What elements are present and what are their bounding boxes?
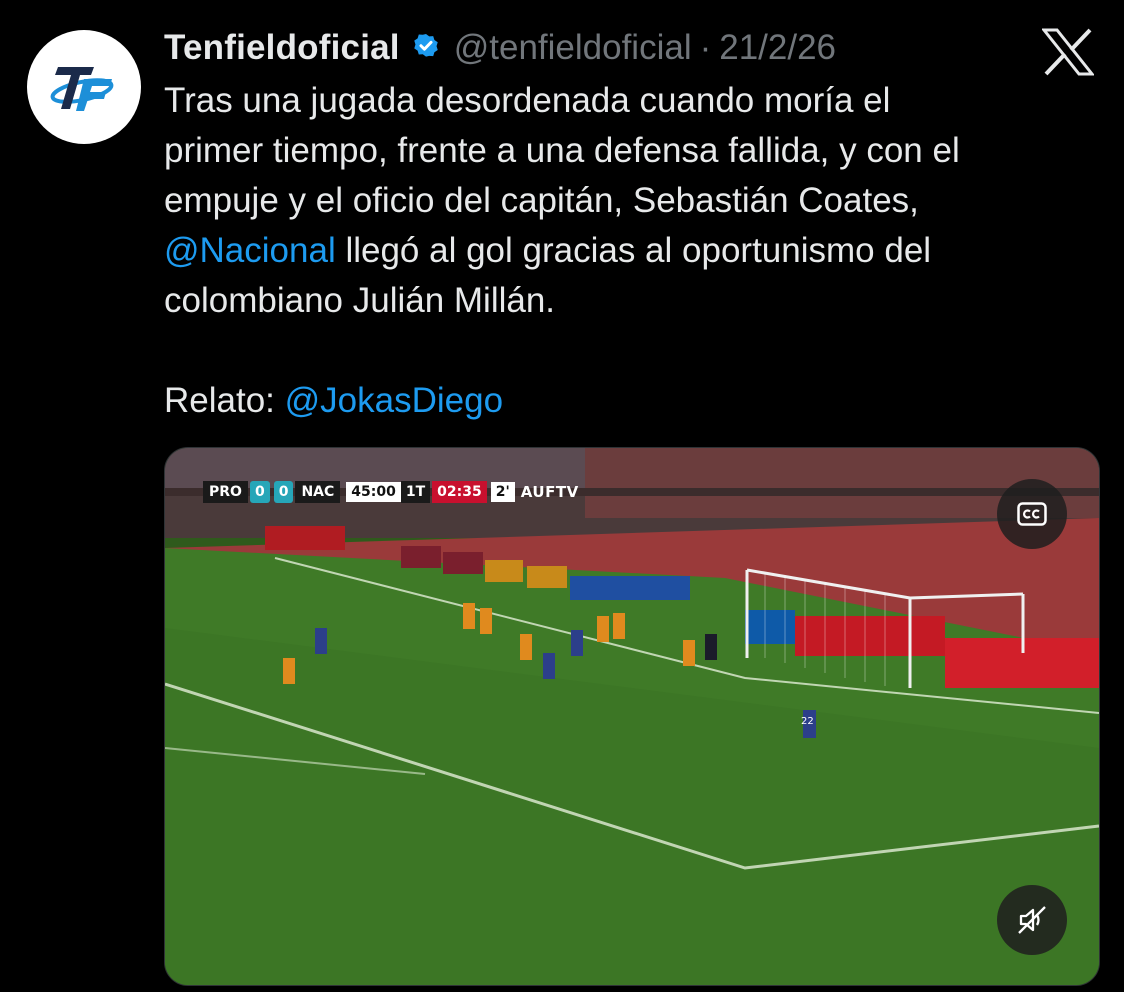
video-player[interactable]: 22 PRO 0 0 NAC 45:00 1T 02:35 2' AUFTV — [164, 447, 1100, 986]
scorebug-clock: 45:00 — [346, 482, 401, 502]
scorebug-home-score: 0 — [249, 481, 270, 503]
scorebug: PRO 0 0 NAC 45:00 1T 02:35 2' AUFTV — [203, 481, 579, 503]
video-frame: 22 — [165, 448, 1099, 985]
player-number: 22 — [801, 716, 814, 727]
relato-line: Relato: @JokasDiego — [164, 376, 1099, 426]
tweet-text-line-3: empuje y el oficio del capitán, Sebastiá… — [164, 181, 919, 220]
mention-link-nacional[interactable]: @Nacional — [164, 231, 336, 270]
tweet-text-line-4-rest: llegó al gol gracias al oportunismo del — [335, 231, 932, 270]
mute-button[interactable] — [997, 885, 1067, 955]
x-logo-icon[interactable] — [1040, 28, 1096, 76]
tweet-text-line-2: primer tiempo, frente a una defensa fall… — [164, 131, 960, 170]
header-separator: · — [699, 28, 712, 67]
tweet-text-line-1: Tras una jugada desordenada cuando moría… — [164, 81, 891, 120]
tweet-text: Tras una jugada desordenada cuando moría… — [164, 76, 1099, 426]
mention-link-jokasdiego[interactable]: @JokasDiego — [285, 381, 503, 420]
ad-board-pilsen-2 — [443, 552, 483, 574]
tweet-header: Tenfieldoficial @tenfieldoficial · 21/2/… — [164, 24, 836, 72]
display-name[interactable]: Tenfieldoficial — [164, 28, 400, 68]
scorebug-added-time: 02:35 — [432, 481, 487, 503]
tenfield-logo-icon — [50, 67, 114, 111]
verified-badge-icon — [410, 32, 442, 64]
avatar[interactable] — [27, 30, 141, 144]
ad-board-coca-cola — [265, 526, 345, 550]
closed-captions-icon — [1017, 502, 1047, 526]
scorebug-away-score: 0 — [273, 481, 294, 503]
relato-label: Relato: — [164, 381, 285, 420]
ad-board-coca-cola-2 — [795, 616, 945, 656]
tweet-date[interactable]: 21/2/26 — [719, 28, 836, 68]
muted-speaker-icon — [1018, 906, 1046, 934]
scorebug-home-team: PRO — [203, 481, 248, 503]
scorebug-extra-minutes: 2' — [490, 482, 515, 502]
closed-captions-button[interactable] — [997, 479, 1067, 549]
user-handle[interactable]: @tenfieldoficial — [454, 28, 692, 68]
tweet-text-line-4: @Nacional llegó al gol gracias al oportu… — [164, 226, 1099, 276]
ad-board-antel — [745, 610, 795, 644]
tweet-card: Tenfieldoficial @tenfieldoficial · 21/2/… — [0, 0, 1124, 992]
broadcaster-logo: AUFTV — [520, 483, 579, 501]
tweet-text-line-5: colombiano Julián Millán. — [164, 281, 556, 320]
ad-board-pilsen-1 — [401, 546, 441, 568]
scorebug-half: 1T — [400, 481, 431, 503]
scorebug-away-team: NAC — [295, 481, 341, 503]
